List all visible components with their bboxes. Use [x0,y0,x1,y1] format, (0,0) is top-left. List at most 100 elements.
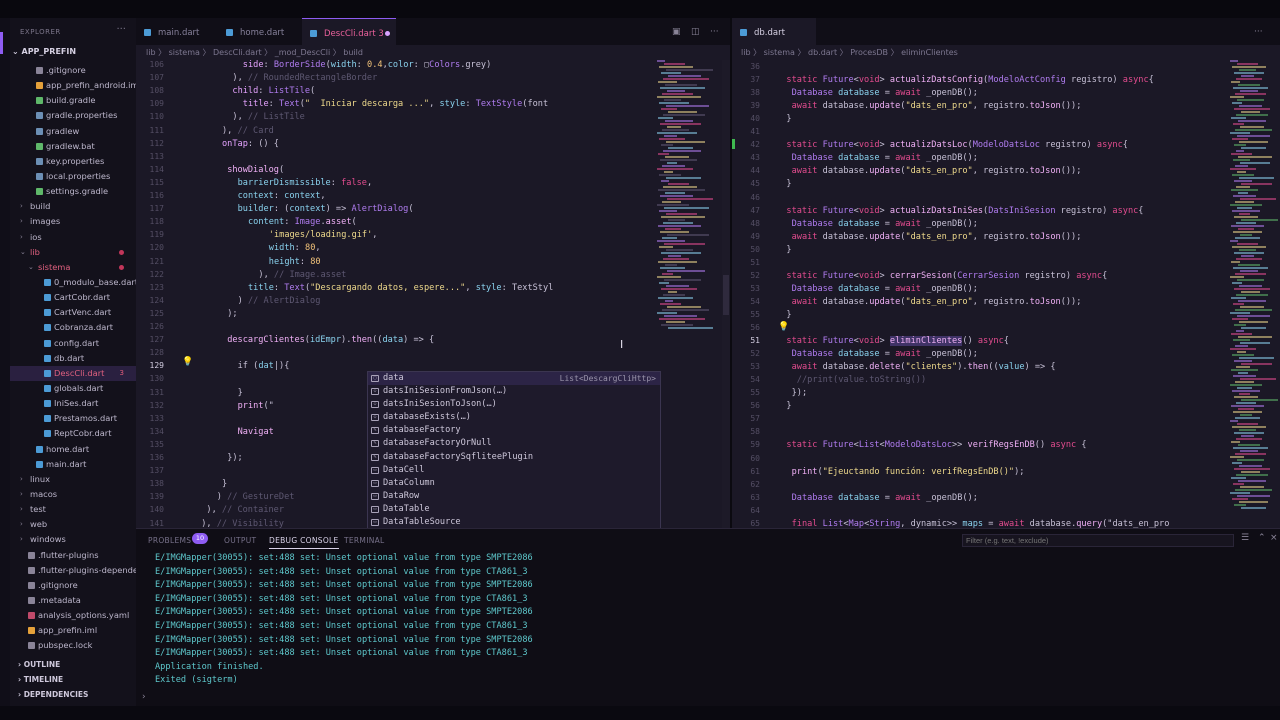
suggestion-item[interactable]: ✎ databaseFactory [368,424,660,437]
editor2-breadcrumb[interactable]: lib 〉 sistema 〉 db.dart 〉 ProcesDB 〉 eli… [732,45,1280,60]
tree-item[interactable]: › ios [10,230,136,245]
minimap-line [1234,216,1258,218]
tree-item[interactable]: ⌄ lib [10,245,136,260]
suggestion-item[interactable]: ◇ databaseExists(…) [368,411,660,424]
tab-db-dart[interactable]: db.dart [732,18,816,45]
suggestion-item[interactable]: ✎ databaseFactoryOrNull [368,437,660,450]
minimap-line [1233,123,1244,125]
tree-item[interactable]: DescCli.dart 3 [10,365,136,381]
tree-item[interactable]: CartVenc.dart [10,305,136,320]
tree-item[interactable]: .gitignore [10,63,136,78]
code-line: } [786,179,791,189]
tree-item[interactable]: › linux [10,472,136,487]
tree-item[interactable]: db.dart [10,351,136,366]
editor2-code-area[interactable]: 36 37 38 39 40 41 42 43 44 45 46 47 48 49 50 51 52 53 54 55… [732,60,1280,528]
tree-item[interactable]: main.dart [10,457,136,472]
editor2-minimap[interactable] [1230,60,1280,530]
tree-item[interactable]: ReptCobr.dart [10,426,136,441]
tab-debug-console[interactable]: DEBUG CONSOLE [269,536,339,549]
line-number: 55 [750,309,760,319]
suggestion-item[interactable]: ▭ DataTable [368,503,660,516]
tree-item[interactable]: gradlew [10,124,136,139]
line-number: 53 [750,283,760,293]
tree-item[interactable]: local.properties [10,169,136,184]
tab-terminal[interactable]: TERMINAL [344,536,385,545]
tree-item[interactable]: Prestamos.dart [10,411,136,426]
scrollbar-thumb[interactable] [723,275,729,315]
dart-file-icon [144,29,151,36]
error-dot-icon [119,249,124,255]
tree-item[interactable]: › macos [10,487,136,502]
code-token: void [858,270,880,281]
suggestion-item[interactable]: ◇ datsIniSesionToJson(…) [368,398,660,411]
suggestion-item[interactable]: ▭ DataCell [368,464,660,477]
code-token: } [786,401,792,412]
more-actions-icon[interactable]: ··· [710,27,719,37]
tree-item[interactable]: settings.gradle [10,184,136,199]
tab-output[interactable]: OUTPUT [224,536,256,545]
console-prompt[interactable]: › [142,692,146,702]
suggestion-item[interactable]: ▢ data List<DescargCliHttp> [368,372,660,386]
tree-item[interactable]: IniSes.dart [10,396,136,411]
tree-item[interactable]: CartCobr.dart [10,290,136,305]
tree-item[interactable]: config.dart [10,336,136,351]
dependencies-section[interactable]: › DEPENDENCIES [18,690,88,699]
tree-item[interactable]: Cobranza.dart [10,320,136,335]
tree-item[interactable]: home.dart [10,442,136,457]
tree-item[interactable]: › images [10,214,136,229]
tree-item[interactable]: gradle.properties [10,108,136,123]
tree-item[interactable]: pubspec.lock [10,638,136,653]
editor1-breadcrumb[interactable]: lib 〉 sistema 〉 DescCli.dart 〉 _mod_Desc… [136,45,730,60]
more-actions-icon[interactable]: ··· [1254,27,1263,37]
tree-item[interactable]: › build [10,199,136,214]
tree-item[interactable]: gradlew.bat [10,139,136,154]
outline-section[interactable]: › OUTLINE [18,660,60,669]
explorer-more-icon[interactable]: ··· [116,24,126,35]
explorer-activity-marker[interactable] [0,32,3,54]
minimap-line [662,237,677,239]
tree-item[interactable]: › windows [10,532,136,547]
tab-problems[interactable]: PROBLEMS [148,536,191,545]
tree-item[interactable]: build.gradle [10,93,136,108]
split-editor-icon[interactable]: ◫ [691,27,700,37]
chevron-up-icon[interactable]: ⌃ [1258,533,1266,543]
tree-item[interactable]: app_prefin.iml [10,623,136,638]
lightbulb-icon[interactable]: 💡 [182,357,193,367]
suggestion-item[interactable]: ▭ DataRow [368,490,660,503]
editor1-minimap[interactable] [657,60,719,350]
run-icon[interactable]: ▣ [672,27,681,37]
minimap-line [1231,153,1252,155]
tree-item[interactable]: 0_modulo_base.dart [10,275,136,290]
tree-item[interactable]: analysis_options.yaml [10,608,136,623]
tree-item[interactable]: › web [10,517,136,532]
line-number: 52 [750,349,760,359]
minimap-line [664,135,677,137]
timeline-section[interactable]: › TIMELINE [18,675,63,684]
tree-item[interactable]: .flutter-plugins [10,548,136,563]
lightbulb-icon[interactable]: 💡 [778,322,789,332]
suggestion-item[interactable]: ▭ DataColumn [368,477,660,490]
project-root[interactable]: ⌄ APP_PREFIN [12,47,76,56]
tree-item[interactable]: key.properties [10,154,136,169]
tree-item[interactable]: .metadata [10,593,136,608]
tree-item[interactable]: app_prefin_android.iml [10,78,136,93]
tree-item[interactable]: ⌄ sistema [10,260,136,275]
tree-item[interactable]: › test [10,502,136,517]
tree-item[interactable]: .gitignore [10,578,136,593]
suggestion-item[interactable]: ✎ databaseFactorySqfliteePlugin [368,451,660,464]
tab-home-dart[interactable]: home.dart [218,18,302,45]
tree-item-label: Cobranza.dart [54,322,113,333]
editor2-tab-bar: db.dart ··· [732,18,1280,45]
word-wrap-icon[interactable]: ☰ [1241,533,1249,543]
close-icon[interactable]: × [1270,533,1278,543]
tab-main-dart[interactable]: main.dart [136,18,218,45]
suggestion-item[interactable]: ◇ datsIniSesionFromJson(…) [368,385,660,398]
tree-item[interactable]: globals.dart [10,381,136,396]
line-number: 48 [750,218,760,228]
tab-label: db.dart [754,28,785,38]
console-filter-input[interactable] [962,534,1234,547]
tab-desccli-dart[interactable]: DescCli.dart 3 [302,18,396,45]
editor1-scrollbar[interactable] [722,60,730,528]
code-token: ) => [325,204,352,215]
tree-item[interactable]: .flutter-plugins-depende... [10,563,136,578]
